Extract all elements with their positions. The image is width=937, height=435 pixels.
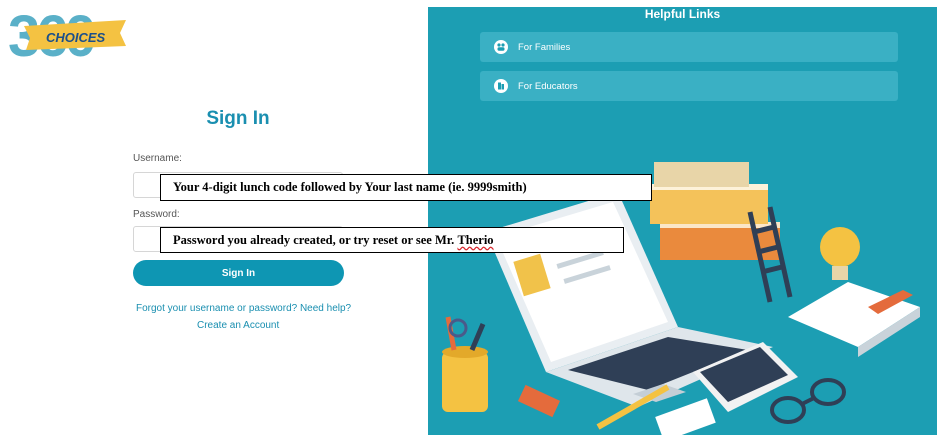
for-educators-link[interactable]: For Educators xyxy=(480,71,898,101)
eraser-icon xyxy=(517,384,561,418)
calculator-icon xyxy=(655,398,716,435)
password-label: Password: xyxy=(133,209,180,220)
password-instruction-note: Password you already created, or try res… xyxy=(160,227,624,253)
password-instruction-text: Password you already created, or try res… xyxy=(173,232,458,247)
username-label: Username: xyxy=(133,153,182,164)
logo-graphic: 360 CHOICES xyxy=(8,4,126,69)
educator-icon xyxy=(494,79,508,93)
for-families-label: For Families xyxy=(518,41,571,53)
logo-ribbon-text: CHOICES xyxy=(46,30,106,45)
create-account-link[interactable]: Create an Account xyxy=(197,320,279,331)
forgot-credentials-link[interactable]: Forgot your username or password? Need h… xyxy=(136,303,351,314)
lightbulb-icon xyxy=(820,227,860,280)
family-icon xyxy=(494,40,508,54)
glasses-icon xyxy=(770,378,846,424)
360-choices-logo[interactable]: 360 CHOICES xyxy=(8,4,130,69)
for-families-link[interactable]: For Families xyxy=(480,32,898,62)
books-icon xyxy=(650,162,780,260)
username-instruction-note: Your 4-digit lunch code followed by Your… xyxy=(160,174,652,201)
helpful-links-title: Helpful Links xyxy=(644,7,721,21)
sign-in-button[interactable]: Sign In xyxy=(133,260,344,286)
page-title: Sign In xyxy=(206,108,270,129)
helpful-links-panel: Helpful Links For Families For Educators xyxy=(428,7,937,435)
pencil-cup-icon xyxy=(442,316,488,412)
for-educators-label: For Educators xyxy=(518,80,578,92)
teacher-name: Therio xyxy=(457,232,494,247)
open-book-icon xyxy=(788,282,920,357)
